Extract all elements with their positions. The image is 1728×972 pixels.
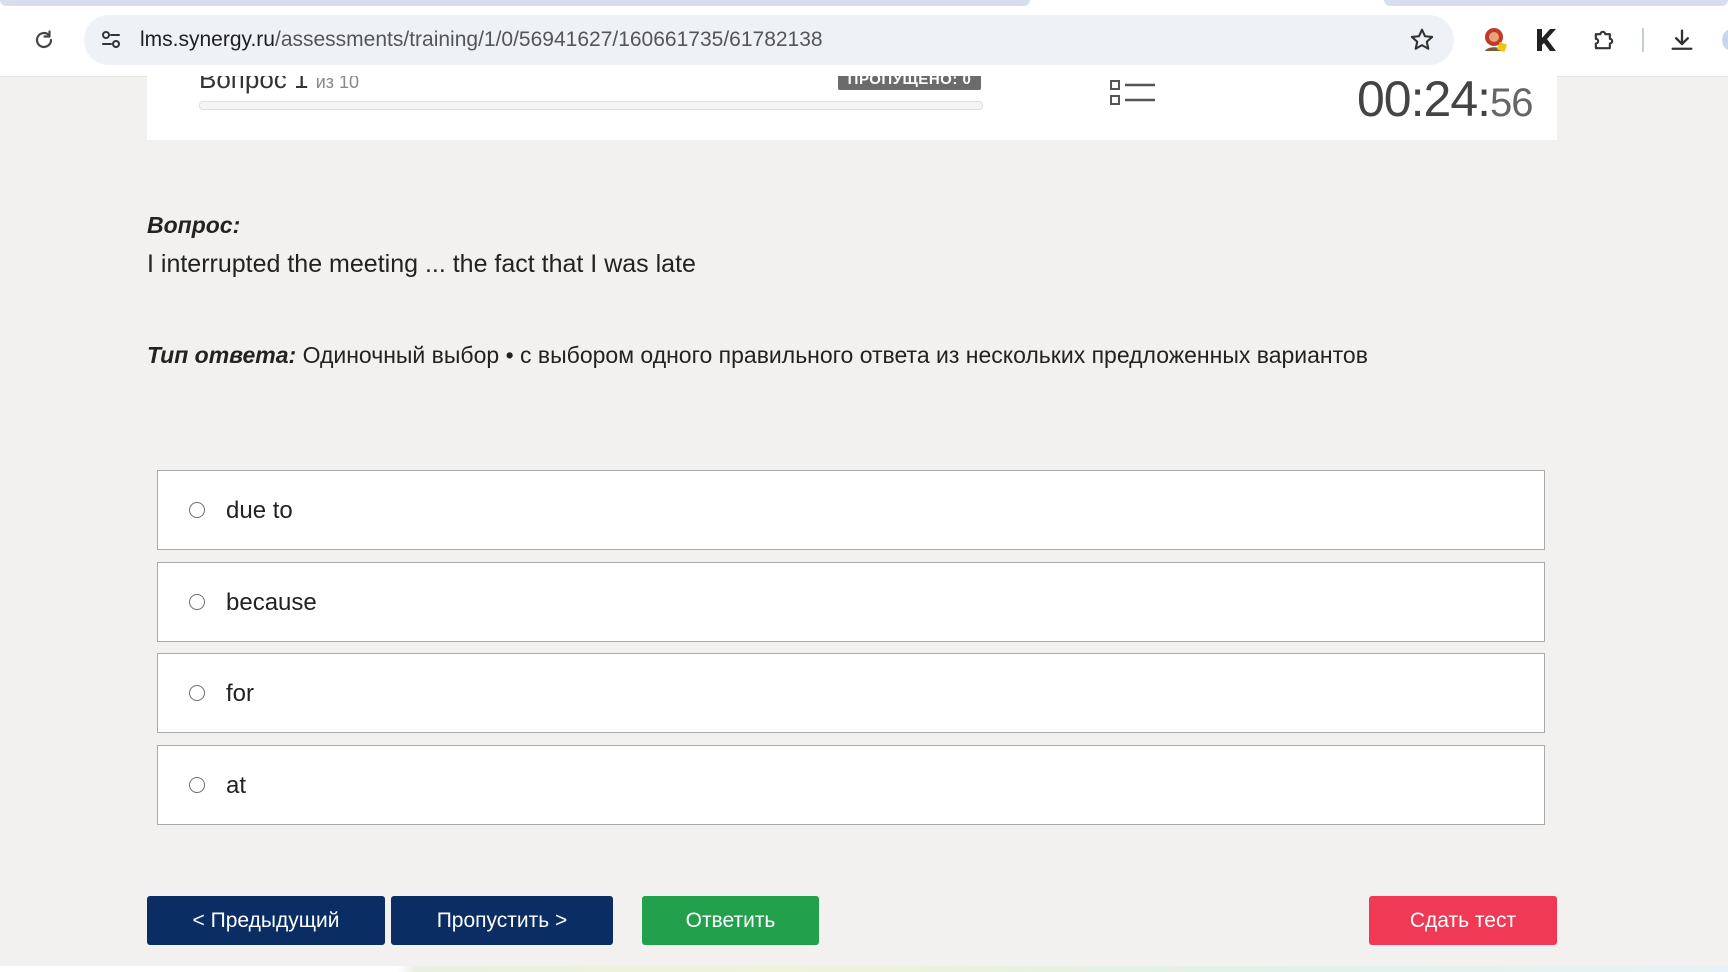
download-icon[interactable] — [1666, 24, 1698, 56]
answer-option[interactable]: because — [157, 562, 1545, 642]
radio-button[interactable] — [189, 502, 205, 518]
address-bar[interactable]: lms.synergy.ru/assessments/training/1/0/… — [84, 15, 1454, 65]
star-icon[interactable] — [1408, 26, 1436, 54]
radio-button[interactable] — [189, 777, 205, 793]
profile-avatar-extension-icon[interactable] — [1478, 24, 1510, 56]
radio-button[interactable] — [189, 685, 205, 701]
answer-option[interactable]: for — [157, 653, 1545, 733]
url-text[interactable]: lms.synergy.ru/assessments/training/1/0/… — [140, 27, 823, 53]
submit-test-button[interactable]: Сдать тест — [1369, 896, 1557, 945]
question-total: из 10 — [315, 76, 360, 92]
radio-button[interactable] — [189, 594, 205, 610]
answer-button[interactable]: Ответить — [642, 896, 819, 945]
answer-option-label: at — [226, 772, 247, 799]
answer-option[interactable]: due to — [157, 470, 1545, 550]
answer-option[interactable]: at — [157, 745, 1545, 825]
progress-bar — [199, 101, 983, 110]
toolbar-separator — [1642, 28, 1644, 52]
tune-icon[interactable] — [98, 27, 124, 53]
answer-type: Тип ответа: Одиночный выбор • с выбором … — [147, 342, 1368, 369]
test-header-card: Вопрос 1 из 10 ПРОПУЩЕНО: 0 00:24:56 — [147, 76, 1557, 140]
puzzle-extensions-icon[interactable] — [1588, 24, 1620, 56]
skip-button[interactable]: Пропустить > — [391, 896, 613, 945]
kaspersky-extension-icon[interactable] — [1531, 24, 1563, 56]
question-number: Вопрос 1 — [199, 76, 309, 94]
reload-icon[interactable] — [30, 26, 58, 54]
answer-option-label: due to — [226, 497, 293, 524]
answer-type-label: Тип ответа: — [147, 342, 297, 368]
timer-seconds: 56 — [1490, 81, 1533, 125]
previous-button[interactable]: < Предыдущий — [147, 896, 385, 945]
url-path: /assessments/training/1/0/56941627/16066… — [274, 28, 823, 51]
answer-option-label: because — [226, 589, 317, 616]
tab-strip-active — [0, 0, 1030, 6]
question-counter: Вопрос 1 из 10 — [199, 76, 359, 95]
url-host: lms.synergy.ru — [140, 28, 275, 51]
answer-option-label: for — [226, 680, 255, 707]
countdown-timer: 00:24:56 — [1357, 76, 1534, 128]
profile-avatar[interactable] — [1722, 28, 1728, 52]
question-list-icon[interactable] — [1109, 78, 1157, 110]
timer-main: 00:24: — [1357, 76, 1491, 127]
bottom-edge-strip — [0, 966, 1728, 972]
skipped-badge: ПРОПУЩЕНО: 0 — [838, 76, 981, 90]
question-label: Вопрос: — [147, 212, 241, 238]
question-text: I interrupted the meeting ... the fact t… — [147, 250, 696, 278]
answer-type-value: Одиночный выбор • с выбором одного прави… — [302, 342, 1368, 368]
browser-toolbar: lms.synergy.ru/assessments/training/1/0/… — [0, 0, 1728, 77]
tab-strip-inactive — [1384, 0, 1728, 6]
